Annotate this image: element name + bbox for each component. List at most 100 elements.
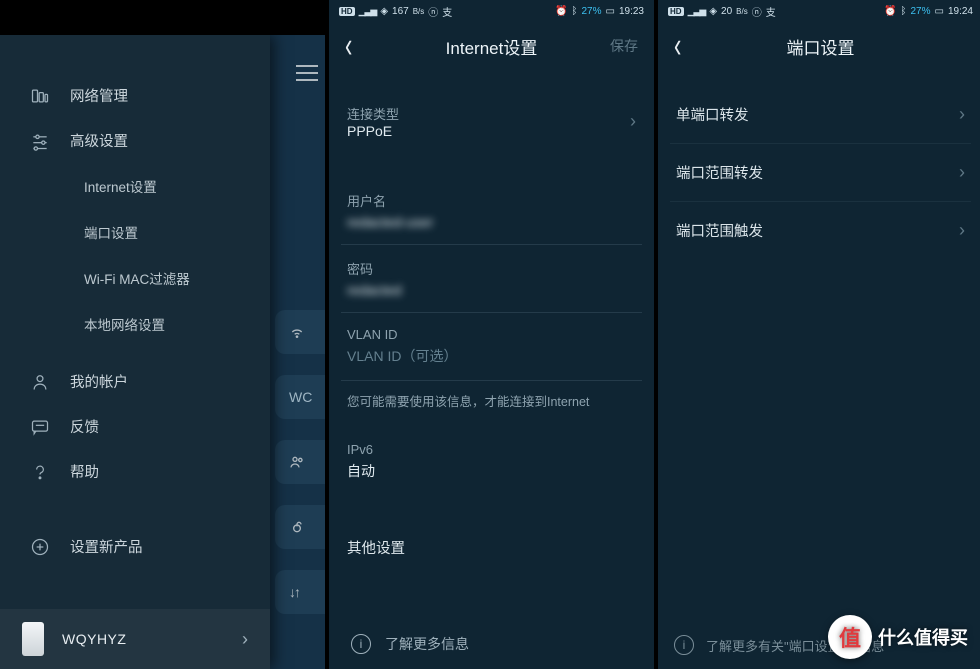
chevron-right-icon: › [959,162,965,183]
drawer-label: 我的帐户 [70,371,128,392]
drawer-sub-localnet[interactable]: 本地网络设置 [0,301,270,347]
password-label: 密码 [347,259,636,278]
bluetooth-icon: ᛒ [572,6,578,17]
net-speed: 20 [721,6,732,17]
drawer-sub-macfilter[interactable]: Wi-Fi MAC过滤器 [0,255,270,301]
battery-percent: 27% [582,6,602,17]
drawer-item-network-mgmt[interactable]: 网络管理 [0,73,270,118]
phone-3-port-settings: HD ▁▃▅ ◈ 20 B/s ⓝ 支 ⏰ ᛒ 27% ▭ 19:24 ‹ 端口… [658,0,980,669]
learn-more-label: 了解更多信息 [385,634,469,654]
hint-text: 了解更多有关"端口设置"的信息 [706,636,884,655]
port-range-trigger-row[interactable]: 端口范围触发 › [670,202,971,259]
wifi-icon [289,324,305,340]
learn-more-port-hint[interactable]: i 了解更多有关"端口设置"的信息 [674,635,884,655]
title-bar: ‹ 端口设置 [658,22,980,70]
other-settings-row[interactable]: 其他设置 [341,519,642,576]
hd-badge: HD [668,7,684,16]
signal-icon: ▁▃▅ [688,6,706,17]
username-label: 用户名 [347,191,636,210]
password-value: redacted [347,282,636,298]
behind-card-label: WC [289,389,312,405]
drawer-item-account[interactable]: 我的帐户 [0,359,270,404]
battery-icon: ▭ [935,6,944,17]
behind-card-security[interactable] [275,505,325,549]
sliders-icon [30,131,50,151]
chevron-right-icon: › [242,629,248,650]
nfc-icon: ⓝ [428,4,438,19]
drawer-label: 设置新产品 [70,536,143,557]
back-button[interactable]: ‹ [674,25,681,67]
drawer-item-feedback[interactable]: 反馈 [0,404,270,449]
battery-icon: ▭ [606,6,615,17]
sort-icon: ↓↑ [289,584,299,600]
behind-card-wc[interactable]: WC [275,375,325,419]
ipv6-value: 自动 [347,461,636,481]
drawer-footer-router[interactable]: WQYHYZ › [0,609,270,669]
single-port-forward-row[interactable]: 单端口转发 › [670,86,971,144]
net-speed-unit: B/s [736,7,748,16]
phone-2-internet-settings: HD ▁▃▅ ◈ 167 B/s ⓝ 支 ⏰ ᛒ 27% ▭ 19:23 ‹ I… [329,0,654,669]
hamburger-icon[interactable] [296,65,318,86]
wifi-mini-icon: ◈ [709,6,717,17]
question-icon [30,462,50,482]
drawer-label: 反馈 [70,416,99,437]
row-label: 端口范围触发 [676,220,763,241]
main-content-behind-drawer: WC ↓↑ [270,35,325,669]
battery-percent: 27% [911,6,931,17]
clock-time: 19:23 [619,6,644,17]
ipv6-row[interactable]: IPv6 自动 [341,428,642,495]
page-title: Internet设置 [329,34,654,59]
drawer-label: 高级设置 [70,130,128,151]
alarm-icon: ⏰ [884,6,896,17]
username-field[interactable]: 用户名 redacted-user [341,177,642,245]
behind-card-wifi[interactable] [275,310,325,354]
status-bar: HD ▁▃▅ ◈ 20 B/s ⓝ 支 ⏰ ᛒ 27% ▭ 19:24 [658,0,980,22]
ipv6-label: IPv6 [347,442,636,457]
clock-time: 19:24 [948,6,973,17]
save-button[interactable]: 保存 [610,36,638,56]
learn-more-link[interactable]: i 了解更多信息 [341,616,642,669]
username-value: redacted-user [347,214,636,230]
vlan-placeholder: VLAN ID（可选） [347,346,636,366]
info-icon: i [351,634,371,654]
net-speed: 167 [392,6,409,17]
drawer-sub-internet[interactable]: Internet设置 [0,163,270,209]
back-button[interactable]: ‹ [345,25,352,67]
plus-circle-icon [30,537,50,557]
bluetooth-icon: ᛒ [901,6,907,17]
title-bar: ‹ Internet设置 保存 [329,22,654,70]
navigation-drawer: 网络管理 高级设置 Internet设置 端口设置 Wi-Fi MAC过滤器 本… [0,35,270,669]
other-label: 其他设置 [347,537,405,558]
hd-badge: HD [339,7,355,16]
router-thumbnail-icon [22,622,44,656]
net-speed-unit: B/s [413,7,425,16]
port-range-forward-row[interactable]: 端口范围转发 › [670,144,971,202]
alipay-icon: 支 [766,4,776,19]
signal-icon: ▁▃▅ [359,6,377,17]
info-icon: i [674,635,694,655]
drawer-item-advanced[interactable]: 高级设置 [0,118,270,163]
vlan-field[interactable]: VLAN ID VLAN ID（可选） [341,313,642,381]
drawer-item-help[interactable]: 帮助 [0,449,270,494]
connection-type-row[interactable]: 连接类型 PPPoE › [341,86,642,149]
devices-icon [30,86,50,106]
wifi-mini-icon: ◈ [380,6,388,17]
alarm-icon: ⏰ [555,6,567,17]
phone-1-drawer-menu: WC ↓↑ 网络 [0,0,325,669]
row-label: 端口范围转发 [676,162,763,183]
behind-card-sort[interactable]: ↓↑ [275,570,325,614]
lock-icon [289,519,305,535]
drawer-sub-port[interactable]: 端口设置 [0,209,270,255]
drawer-label: 网络管理 [70,85,128,106]
behind-card-users[interactable] [275,440,325,484]
alipay-icon: 支 [442,4,452,19]
vlan-hint: 您可能需要使用该信息，才能连接到Internet [341,381,642,428]
chat-icon [30,417,50,437]
phone1-stage: WC ↓↑ 网络 [0,35,325,669]
users-icon [289,454,305,470]
password-field[interactable]: 密码 redacted [341,245,642,313]
chevron-right-icon: › [630,111,636,132]
drawer-item-add-product[interactable]: 设置新产品 [0,524,270,569]
status-bar: HD ▁▃▅ ◈ 167 B/s ⓝ 支 ⏰ ᛒ 27% ▭ 19:23 [329,0,654,22]
chevron-right-icon: › [959,104,965,125]
